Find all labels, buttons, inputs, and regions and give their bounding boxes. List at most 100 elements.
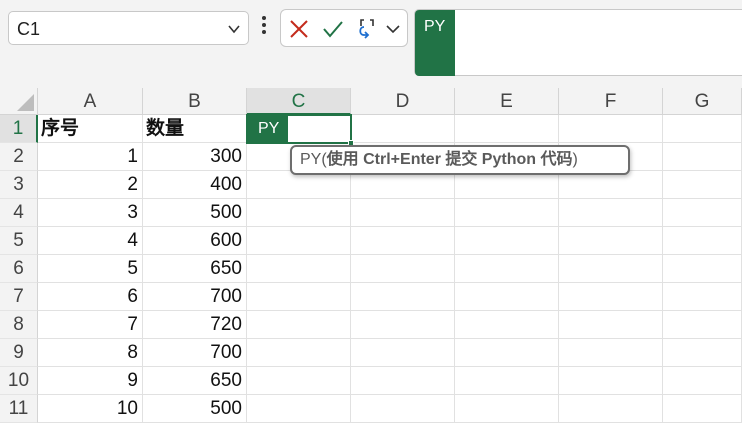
row-header-9[interactable]: 9 <box>0 339 38 367</box>
more-options-icon[interactable] <box>259 16 269 38</box>
cell-a11[interactable]: 10 <box>38 395 143 423</box>
cell-c10[interactable] <box>247 367 351 395</box>
cell-g11[interactable] <box>663 395 742 423</box>
cell-g2[interactable] <box>663 143 742 171</box>
cell-e7[interactable] <box>455 283 559 311</box>
cell-g1[interactable] <box>663 115 742 143</box>
column-header-e[interactable]: E <box>455 88 559 115</box>
cell-c4[interactable] <box>247 199 351 227</box>
cell-c5[interactable] <box>247 227 351 255</box>
cell-b7[interactable]: 700 <box>143 283 247 311</box>
cell-d7[interactable] <box>351 283 455 311</box>
row-header-11[interactable]: 11 <box>0 395 38 423</box>
chevron-down-icon[interactable] <box>227 22 241 36</box>
cell-f7[interactable] <box>559 283 663 311</box>
cell-g4[interactable] <box>663 199 742 227</box>
cell-d6[interactable] <box>351 255 455 283</box>
cell-d10[interactable] <box>351 367 455 395</box>
cell-d5[interactable] <box>351 227 455 255</box>
row-header-7[interactable]: 7 <box>0 283 38 311</box>
cell-b4[interactable]: 500 <box>143 199 247 227</box>
cell-e3[interactable] <box>455 171 559 199</box>
cell-e4[interactable] <box>455 199 559 227</box>
cell-d3[interactable] <box>351 171 455 199</box>
cell-b5[interactable]: 600 <box>143 227 247 255</box>
row-header-2[interactable]: 2 <box>0 143 38 171</box>
column-header-d[interactable]: D <box>351 88 455 115</box>
cell-e5[interactable] <box>455 227 559 255</box>
cell-a1[interactable]: 序号 <box>38 115 143 143</box>
cell-g3[interactable] <box>663 171 742 199</box>
cell-b2[interactable]: 300 <box>143 143 247 171</box>
check-icon[interactable] <box>321 17 345 41</box>
cell-d4[interactable] <box>351 199 455 227</box>
cell-a5[interactable]: 4 <box>38 227 143 255</box>
cell-f11[interactable] <box>559 395 663 423</box>
cell-f6[interactable] <box>559 255 663 283</box>
cell-g7[interactable] <box>663 283 742 311</box>
row-header-5[interactable]: 5 <box>0 227 38 255</box>
cell-f8[interactable] <box>559 311 663 339</box>
cell-d9[interactable] <box>351 339 455 367</box>
close-icon[interactable] <box>287 17 311 41</box>
cell-a8[interactable]: 7 <box>38 311 143 339</box>
row-header-3[interactable]: 3 <box>0 171 38 199</box>
cell-c7[interactable] <box>247 283 351 311</box>
column-header-b[interactable]: B <box>143 88 247 115</box>
cell-e8[interactable] <box>455 311 559 339</box>
cell-d1[interactable] <box>351 115 455 143</box>
cell-g10[interactable] <box>663 367 742 395</box>
cell-f4[interactable] <box>559 199 663 227</box>
cell-b11[interactable]: 500 <box>143 395 247 423</box>
cell-g5[interactable] <box>663 227 742 255</box>
column-header-f[interactable]: F <box>559 88 663 115</box>
python-insert-icon[interactable] <box>355 17 383 41</box>
column-header-g[interactable]: G <box>663 88 742 115</box>
row-header-4[interactable]: 4 <box>0 199 38 227</box>
row-header-8[interactable]: 8 <box>0 311 38 339</box>
cell-b6[interactable]: 650 <box>143 255 247 283</box>
cell-c9[interactable] <box>247 339 351 367</box>
cell-a7[interactable]: 6 <box>38 283 143 311</box>
row-header-10[interactable]: 10 <box>0 367 38 395</box>
column-header-a[interactable]: A <box>38 88 143 115</box>
cell-b3[interactable]: 400 <box>143 171 247 199</box>
cell-a6[interactable]: 5 <box>38 255 143 283</box>
cell-e10[interactable] <box>455 367 559 395</box>
cell-f9[interactable] <box>559 339 663 367</box>
cell-g9[interactable] <box>663 339 742 367</box>
cell-g6[interactable] <box>663 255 742 283</box>
cell-a10[interactable]: 9 <box>38 367 143 395</box>
cell-f3[interactable] <box>559 171 663 199</box>
cell-e1[interactable] <box>455 115 559 143</box>
cell-e9[interactable] <box>455 339 559 367</box>
cell-f10[interactable] <box>559 367 663 395</box>
cell-b10[interactable]: 650 <box>143 367 247 395</box>
cell-b8[interactable]: 720 <box>143 311 247 339</box>
chevron-down-icon[interactable] <box>385 17 401 41</box>
cell-c8[interactable] <box>247 311 351 339</box>
row-header-6[interactable]: 6 <box>0 255 38 283</box>
cell-d8[interactable] <box>351 311 455 339</box>
cell-f1[interactable] <box>559 115 663 143</box>
cell-b9[interactable]: 700 <box>143 339 247 367</box>
cell-e6[interactable] <box>455 255 559 283</box>
cell-c3[interactable] <box>247 171 351 199</box>
cell-e11[interactable] <box>455 395 559 423</box>
cell-c6[interactable] <box>247 255 351 283</box>
cell-a9[interactable]: 8 <box>38 339 143 367</box>
cell-a2[interactable]: 1 <box>38 143 143 171</box>
cell-d11[interactable] <box>351 395 455 423</box>
cell-f5[interactable] <box>559 227 663 255</box>
formula-input[interactable]: PY <box>414 9 742 76</box>
select-all-button[interactable] <box>0 88 38 115</box>
active-cell-c1[interactable]: PY <box>246 114 354 146</box>
cell-c11[interactable] <box>247 395 351 423</box>
cell-a3[interactable]: 2 <box>38 171 143 199</box>
cell-b1[interactable]: 数量 <box>143 115 247 143</box>
name-box[interactable]: C1 <box>8 11 249 45</box>
cell-a4[interactable]: 3 <box>38 199 143 227</box>
column-header-c[interactable]: C <box>247 88 351 115</box>
row-header-1[interactable]: 1 <box>0 115 38 143</box>
cell-g8[interactable] <box>663 311 742 339</box>
